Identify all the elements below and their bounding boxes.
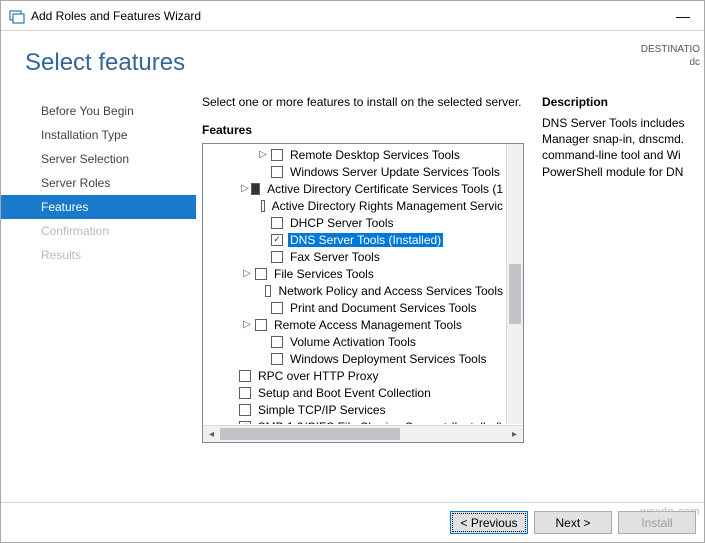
scroll-left-icon[interactable]: ◂ <box>203 429 220 440</box>
feature-row[interactable]: Fax Server Tools <box>203 248 505 265</box>
destination-server: DESTINATIO dc <box>641 43 704 69</box>
wizard-step-installation-type[interactable]: Installation Type <box>1 123 196 147</box>
wizard-step-features[interactable]: Features <box>1 195 196 219</box>
feature-label[interactable]: Active Directory Certificate Services To… <box>265 182 505 196</box>
feature-checkbox[interactable] <box>261 200 265 212</box>
wizard-steps: Before You BeginInstallation TypeServer … <box>1 95 196 485</box>
feature-row[interactable]: Setup and Boot Event Collection <box>203 384 505 401</box>
destination-value: dc <box>641 56 700 69</box>
feature-label[interactable]: SMB 1.0/CIFS File Sharing Support (Insta… <box>256 420 505 425</box>
page-title: Select features <box>1 49 704 95</box>
feature-label[interactable]: File Services Tools <box>272 267 376 281</box>
feature-row[interactable]: Print and Document Services Tools <box>203 299 505 316</box>
feature-row[interactable]: Volume Activation Tools <box>203 333 505 350</box>
scroll-right-icon[interactable]: ▸ <box>506 429 523 440</box>
feature-row[interactable]: SMB 1.0/CIFS File Sharing Support (Insta… <box>203 418 505 424</box>
feature-row[interactable]: Network Policy and Access Services Tools <box>203 282 505 299</box>
feature-row[interactable]: Active Directory Rights Management Servi… <box>203 197 505 214</box>
wizard-step-server-selection[interactable]: Server Selection <box>1 147 196 171</box>
feature-label[interactable]: Fax Server Tools <box>288 250 382 264</box>
feature-label[interactable]: Windows Deployment Services Tools <box>288 352 489 366</box>
feature-label[interactable]: DHCP Server Tools <box>288 216 396 230</box>
intro-text: Select one or more features to install o… <box>202 95 524 109</box>
feature-row[interactable]: ▷ Remote Access Management Tools <box>203 316 505 333</box>
feature-label[interactable]: Print and Document Services Tools <box>288 301 479 315</box>
feature-checkbox[interactable] <box>271 353 283 365</box>
next-button[interactable]: Next > <box>534 511 612 534</box>
wizard-step-confirmation: Confirmation <box>1 219 196 243</box>
feature-checkbox[interactable] <box>271 336 283 348</box>
feature-checkbox[interactable] <box>239 370 251 382</box>
feature-label[interactable]: Remote Access Management Tools <box>272 318 464 332</box>
feature-checkbox[interactable] <box>271 217 283 229</box>
feature-checkbox[interactable] <box>271 166 283 178</box>
feature-row[interactable]: RPC over HTTP Proxy <box>203 367 505 384</box>
features-heading: Features <box>202 123 524 137</box>
feature-label[interactable]: Simple TCP/IP Services <box>256 403 388 417</box>
feature-row[interactable]: Windows Deployment Services Tools <box>203 350 505 367</box>
feature-label[interactable]: Remote Desktop Services Tools <box>288 148 462 162</box>
features-list[interactable]: ▷ Remote Desktop Services Tools Windows Se… <box>202 143 524 443</box>
feature-row[interactable]: ▷ Remote Desktop Services Tools <box>203 146 505 163</box>
feature-checkbox[interactable] <box>239 404 251 416</box>
feature-checkbox[interactable] <box>271 251 283 263</box>
wizard-step-server-roles[interactable]: Server Roles <box>1 171 196 195</box>
horizontal-scrollbar[interactable]: ◂ ▸ <box>203 425 523 442</box>
description-text: DNS Server Tools includes Manager snap-i… <box>542 115 692 180</box>
wizard-step-results: Results <box>1 243 196 267</box>
window-title: Add Roles and Features Wizard <box>31 9 670 23</box>
feature-checkbox[interactable] <box>265 285 272 297</box>
description-heading: Description <box>542 95 692 109</box>
wizard-step-before-you-begin[interactable]: Before You Begin <box>1 99 196 123</box>
feature-label[interactable]: DNS Server Tools (Installed) <box>288 233 443 247</box>
expand-icon[interactable]: ▷ <box>241 183 249 194</box>
vertical-scrollbar[interactable] <box>506 144 523 424</box>
feature-checkbox[interactable] <box>239 387 251 399</box>
feature-checkbox[interactable] <box>271 149 283 161</box>
titlebar: Add Roles and Features Wizard — <box>1 1 704 31</box>
feature-label[interactable]: Network Policy and Access Services Tools <box>276 284 505 298</box>
destination-label: DESTINATIO <box>641 43 700 56</box>
feature-label[interactable]: Windows Server Update Services Tools <box>288 165 502 179</box>
previous-button[interactable]: < Previous <box>450 511 528 534</box>
feature-row[interactable]: DNS Server Tools (Installed) <box>203 231 505 248</box>
feature-checkbox[interactable] <box>255 268 267 280</box>
install-button[interactable]: Install <box>618 511 696 534</box>
expand-icon[interactable]: ▷ <box>241 268 253 279</box>
feature-checkbox[interactable] <box>251 183 260 195</box>
feature-row[interactable]: ▷ Active Directory Certificate Services T… <box>203 180 505 197</box>
feature-checkbox[interactable] <box>255 319 267 331</box>
feature-label[interactable]: RPC over HTTP Proxy <box>256 369 380 383</box>
vertical-scroll-thumb[interactable] <box>509 264 521 324</box>
feature-row[interactable]: Simple TCP/IP Services <box>203 401 505 418</box>
minimize-button[interactable]: — <box>670 8 696 24</box>
feature-row[interactable]: Windows Server Update Services Tools <box>203 163 505 180</box>
feature-checkbox[interactable] <box>271 302 283 314</box>
wizard-footer: < Previous Next > Install Cancel <box>1 502 704 542</box>
feature-row[interactable]: DHCP Server Tools <box>203 214 505 231</box>
feature-label[interactable]: Setup and Boot Event Collection <box>256 386 433 400</box>
feature-label[interactable]: Volume Activation Tools <box>288 335 418 349</box>
horizontal-scroll-thumb[interactable] <box>220 428 400 440</box>
feature-checkbox[interactable] <box>239 421 251 425</box>
feature-label[interactable]: Active Directory Rights Management Servi… <box>270 199 505 213</box>
feature-checkbox[interactable] <box>271 234 283 246</box>
feature-row[interactable]: ▷ File Services Tools <box>203 265 505 282</box>
app-icon <box>9 8 25 24</box>
expand-icon[interactable]: ▷ <box>257 149 269 160</box>
expand-icon[interactable]: ▷ <box>241 319 253 330</box>
